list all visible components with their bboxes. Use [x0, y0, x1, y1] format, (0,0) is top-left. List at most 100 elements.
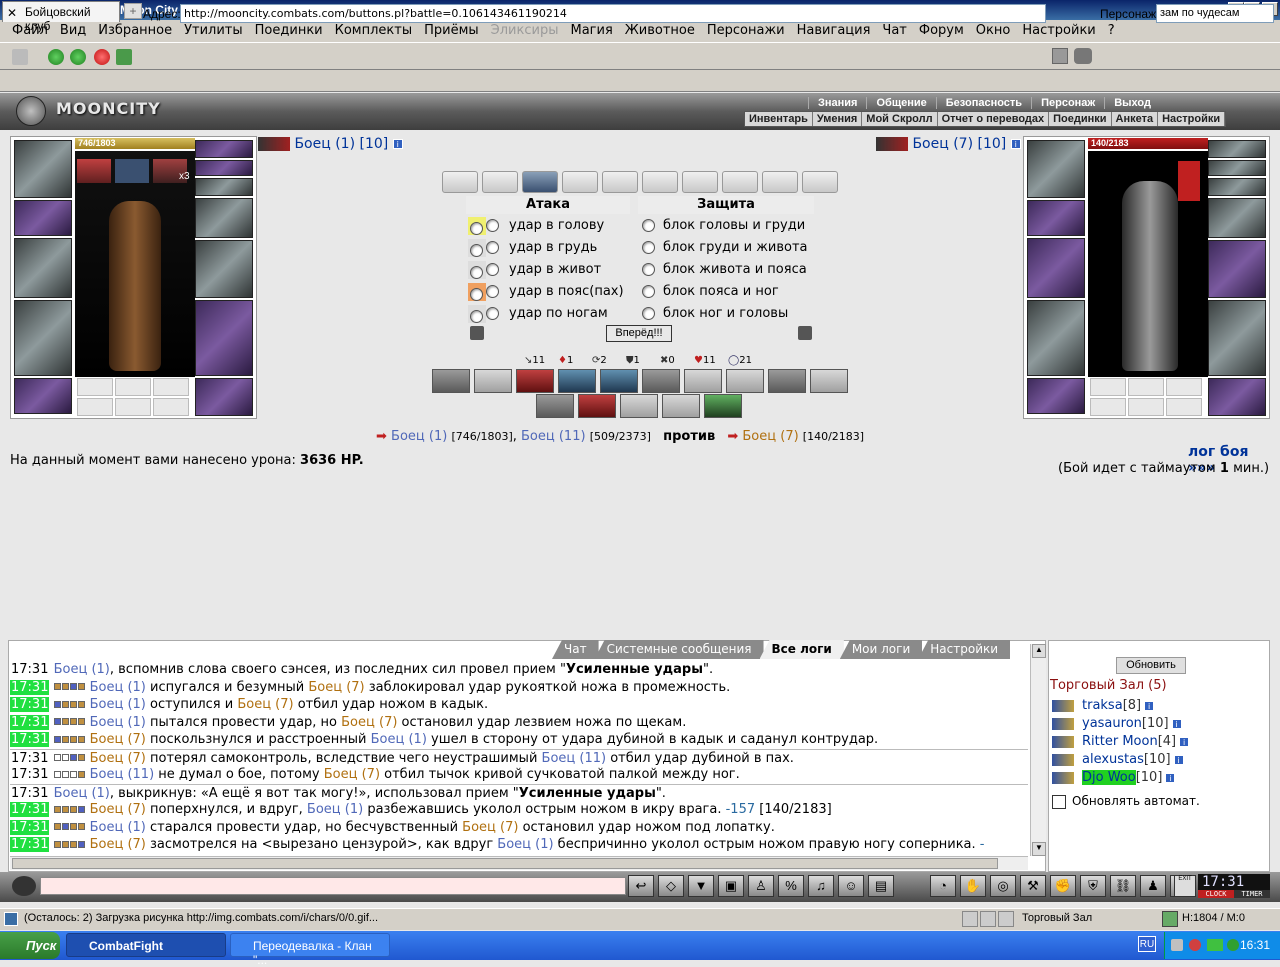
- earrings-slot-icon[interactable]: [195, 140, 253, 158]
- skill-icon[interactable]: [558, 369, 596, 393]
- nav-top-item[interactable]: Персонаж: [1031, 97, 1104, 109]
- scroll-slot-icon[interactable]: [562, 171, 598, 193]
- log-fighter-link[interactable]: Боец (1): [90, 820, 146, 835]
- block-row[interactable]: блок головы и груди: [642, 216, 805, 238]
- log-fighter-link[interactable]: Боец (1): [54, 786, 110, 801]
- tray-icon[interactable]: [1171, 939, 1183, 951]
- fighter-link[interactable]: Боец (11): [521, 429, 586, 444]
- right-fighter-name[interactable]: Боец (7) [10] i: [876, 136, 1021, 152]
- tray-icon[interactable]: [1189, 939, 1201, 951]
- skill-icon[interactable]: [600, 369, 638, 393]
- radio-icon[interactable]: [470, 309, 483, 323]
- armor-slot-icon[interactable]: [1027, 300, 1085, 376]
- empty-slot[interactable]: [77, 398, 113, 416]
- forward-button[interactable]: Вперёд!!!: [606, 325, 672, 342]
- radio-icon[interactable]: [642, 307, 655, 320]
- radio-icon[interactable]: [486, 219, 499, 232]
- scroll-slot-icon[interactable]: [442, 171, 478, 193]
- chat-input[interactable]: [40, 877, 626, 895]
- shield-slot-icon[interactable]: [1208, 240, 1266, 298]
- menu-item[interactable]: Настройки: [1016, 23, 1101, 39]
- radio-icon[interactable]: [486, 307, 499, 320]
- chat-tab[interactable]: Системные сообщения: [594, 640, 764, 659]
- smile-icon[interactable]: ☺: [838, 875, 864, 897]
- language-indicator[interactable]: RU: [1138, 936, 1156, 952]
- log-fighter-link[interactable]: Боец (7): [90, 732, 146, 747]
- skill-icon[interactable]: [578, 394, 616, 418]
- gloves-slot-icon[interactable]: [195, 198, 253, 238]
- user-name[interactable]: Djo Woo: [1082, 770, 1136, 785]
- nav-bottom-item[interactable]: Инвентарь: [745, 112, 813, 126]
- scroll-slot-icon[interactable]: [722, 171, 758, 193]
- empty-slot[interactable]: [1166, 398, 1202, 416]
- user-name[interactable]: yasauron: [1082, 716, 1142, 731]
- empty-slot[interactable]: [1128, 398, 1164, 416]
- skill-icon[interactable]: [726, 369, 764, 393]
- pants-slot-icon[interactable]: [1208, 300, 1266, 376]
- scroll-thumb[interactable]: [12, 858, 998, 869]
- attack-row[interactable]: удар по ногам: [468, 304, 608, 326]
- log-fighter-link[interactable]: Боец (7): [308, 680, 364, 695]
- empty-slot[interactable]: [153, 398, 189, 416]
- boots-slot-icon[interactable]: [195, 378, 253, 416]
- smiles-icon[interactable]: %: [778, 875, 804, 897]
- chat-mode-icon[interactable]: [12, 876, 36, 896]
- helmet-slot-icon[interactable]: [14, 140, 72, 198]
- user-name[interactable]: alexustas: [1082, 752, 1144, 767]
- tab-close-icon[interactable]: ✕: [7, 6, 17, 20]
- menu-item[interactable]: Окно: [970, 23, 1017, 39]
- info-icon[interactable]: i: [392, 139, 403, 149]
- log-fighter-link[interactable]: Боец (1): [90, 680, 146, 695]
- empty-slot[interactable]: [1166, 378, 1202, 396]
- doc-icon[interactable]: [998, 911, 1014, 927]
- chat-horizontal-scrollbar[interactable]: [10, 856, 1028, 870]
- gloves-slot-icon[interactable]: [1208, 198, 1266, 238]
- attack-zone-radio[interactable]: [468, 260, 486, 279]
- bracers-slot-icon[interactable]: [14, 200, 72, 236]
- fighter-link[interactable]: Боец (7): [742, 429, 798, 444]
- rings-slot-icon[interactable]: [1208, 178, 1266, 196]
- info-icon[interactable]: i: [1144, 700, 1155, 711]
- block-row[interactable]: блок ног и головы: [642, 304, 788, 326]
- room-user[interactable]: Djo Woo[10] i: [1052, 770, 1176, 785]
- nav-bottom-item[interactable]: Мой Скролл: [862, 112, 938, 126]
- fighter-link[interactable]: Боец (1): [391, 429, 447, 444]
- scroll-slot-icon[interactable]: [682, 171, 718, 193]
- log-fighter-link[interactable]: Боец (1): [307, 802, 363, 817]
- attack-zone-radio[interactable]: [468, 216, 486, 235]
- attack-zone-radio[interactable]: [468, 238, 486, 257]
- menu-item[interactable]: Поединки: [249, 23, 329, 39]
- nav-bottom-item[interactable]: Отчет о переводах: [938, 112, 1050, 126]
- attack-row[interactable]: удар в грудь: [468, 238, 597, 260]
- nav-top-item[interactable]: Знания: [808, 97, 866, 109]
- info-icon[interactable]: i: [1173, 754, 1184, 765]
- attack-row[interactable]: удар в пояс(пах): [468, 282, 624, 304]
- fighter-name[interactable]: Боец (7): [912, 136, 973, 152]
- enter-icon[interactable]: ↩: [628, 875, 654, 897]
- scroll-down-icon[interactable]: ▼: [1032, 842, 1046, 856]
- empty-slot[interactable]: [115, 378, 151, 396]
- attack-zone-radio[interactable]: [468, 304, 486, 323]
- effect-icon[interactable]: [77, 159, 111, 183]
- forward-icon[interactable]: [70, 49, 86, 65]
- save-icon[interactable]: ▣: [718, 875, 744, 897]
- refresh-icon[interactable]: [116, 49, 132, 65]
- cat-effect-icon[interactable]: [115, 159, 149, 183]
- log-fighter-link[interactable]: Боец (7): [237, 697, 293, 712]
- skill-icon[interactable]: [662, 394, 700, 418]
- bracers-slot-icon[interactable]: [1027, 200, 1085, 236]
- radio-icon[interactable]: [470, 265, 483, 279]
- belt-slot-icon[interactable]: [14, 378, 72, 414]
- chat-tab[interactable]: Мои логи: [839, 640, 923, 659]
- gloves-icon[interactable]: ✊: [1050, 875, 1076, 897]
- scroll-slot-icon[interactable]: [802, 171, 838, 193]
- address-input[interactable]: http://mooncity.combats.com/buttons.pl?b…: [180, 4, 1046, 23]
- page-list-icon[interactable]: [980, 911, 996, 927]
- empty-slot[interactable]: [1090, 378, 1126, 396]
- menu-item[interactable]: Избранное: [92, 23, 178, 39]
- chat-tab[interactable]: Чат: [552, 640, 599, 659]
- nav-bottom-item[interactable]: Настройки: [1158, 112, 1226, 126]
- menu-item[interactable]: ?: [1102, 23, 1121, 39]
- filter-icon[interactable]: ▼: [688, 875, 714, 897]
- close-page-icon[interactable]: [1052, 48, 1068, 64]
